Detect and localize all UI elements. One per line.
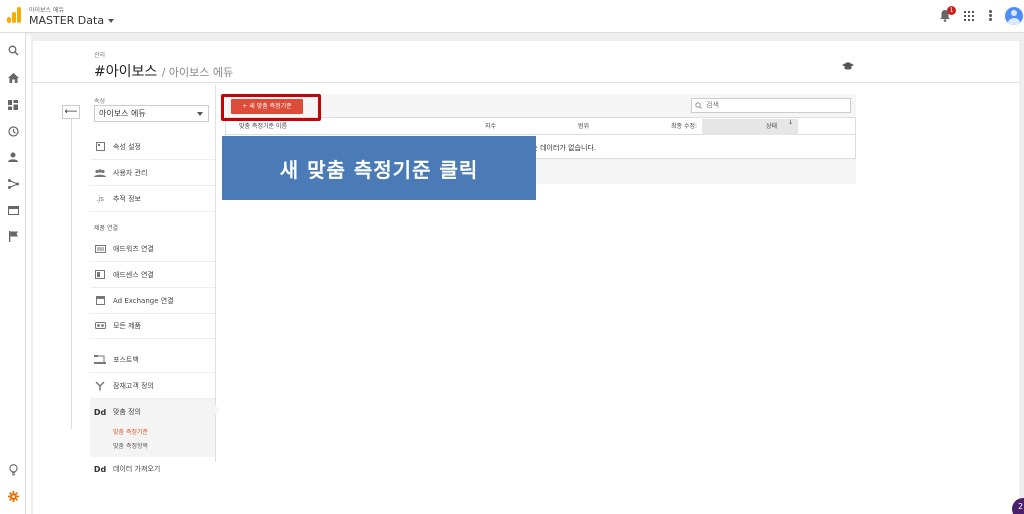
breadcrumb: 관리 [94,52,106,59]
custom-definitions-icon: Dd [93,407,107,417]
column-header-scope[interactable]: 범위 [578,119,589,135]
admin-gear-icon[interactable] [5,489,21,503]
dashboard-icon[interactable] [5,98,21,112]
nav-item-adwords-linking[interactable]: 애드워즈 연결 [90,236,215,262]
adsense-icon [94,270,106,280]
nav-item-label: Ad Exchange 연결 [113,296,174,305]
nav-item-label: 속성 설정 [113,142,141,151]
nav-item-label: 데이터 가져오기 [113,465,161,473]
back-arrow-icon: ⟵ [64,107,78,117]
flag-icon[interactable] [5,229,21,243]
avatar[interactable] [1005,7,1023,25]
search-input[interactable]: 검색 [691,98,851,113]
postback-icon [94,355,106,365]
data-import-icon: Dd [93,464,107,474]
account-name: 아이보스 에듀 [29,7,65,14]
page-title-main: #아이보스 [94,64,158,80]
clock-icon[interactable] [5,124,21,138]
search-icon [695,102,702,109]
nav-item-postbacks[interactable]: 포스트백 [90,347,215,373]
property-picker[interactable]: MASTER Data [29,14,115,27]
active-caret [215,405,220,415]
chevron-down-icon [197,112,203,116]
top-bar: 아이보스 에듀 MASTER Data 1 [0,0,1024,33]
page-title: #아이보스 / 아이보스 에듀 [94,61,233,81]
nav-item-data-import[interactable]: Dd 데이터 가져오기 [90,456,215,482]
settings-page-icon [94,142,106,152]
search-placeholder: 검색 [706,101,719,109]
analytics-logo-icon[interactable] [7,7,21,23]
nav-item-label: 모든 제품 [113,321,141,330]
nav-item-tracking-info[interactable]: .js 추적 정보 [90,186,215,212]
nav-item-property-settings[interactable]: 속성 설정 [90,134,215,160]
nav-timeline-line [71,119,72,429]
users-icon [94,168,106,178]
adwords-icon [94,244,106,254]
js-icon: .js [96,194,104,203]
audience-icon [94,380,106,391]
sub-item-custom-dimensions[interactable]: 맞춤 측정기준 [113,427,148,436]
header-divider [33,82,1019,83]
property-select[interactable]: 아이보스 에듀 [94,105,209,122]
all-products-icon [94,321,106,331]
nav-item-label: 잠재고객 정의 [113,381,154,390]
column-header-name[interactable]: 맞춤 측정기준 이름 [239,119,287,135]
ad-exchange-icon [94,296,106,306]
column-header-status[interactable]: 상태 [766,119,777,135]
apps-grid-icon[interactable] [964,11,974,21]
home-icon[interactable] [5,71,21,85]
back-button[interactable]: ⟵ [62,105,80,119]
sub-item-custom-metrics[interactable]: 맞춤 측정항목 [113,441,148,450]
property-label: 속성 [94,98,106,105]
notification-badge: 1 [947,6,956,15]
person-icon[interactable] [5,150,21,164]
product-linking-label: 제품 연결 [94,225,118,232]
search-icon[interactable] [5,43,21,57]
nav-item-label: 애드센스 연결 [113,270,154,279]
graduation-cap-icon[interactable] [842,62,854,70]
left-rail [0,33,26,514]
more-vert-icon[interactable] [989,10,992,22]
nav-item-all-products[interactable]: 모든 제품 [90,313,215,339]
nav-item-ad-exchange-linking[interactable]: Ad Exchange 연결 [90,288,215,314]
table-header: ↓ 맞춤 측정기준 이름 지수 범위 최종 수정: 상태 [225,119,856,135]
nav-item-adsense-linking[interactable]: 애드센스 연결 [90,262,215,288]
behavior-icon[interactable] [5,203,21,217]
page-title-sub: / 아이보스 에듀 [161,66,234,79]
nav-item-label: 애드워즈 연결 [113,244,154,253]
sort-down-icon: ↓ [787,119,793,126]
nav-item-custom-definitions[interactable]: Dd 맞춤 정의 [90,399,215,457]
nav-item-label: 맞춤 정의 [113,408,141,416]
sorted-column-bg: ↓ [702,119,798,135]
nav-item-audience-definitions[interactable]: 잠재고객 정의 [90,373,215,399]
highlight-annotation [221,94,321,121]
property-name: MASTER Data [29,14,105,27]
nav-item-label: 사용자 관리 [113,168,148,177]
chevron-down-icon [108,19,115,23]
nav-item-label: 포스트백 [113,355,139,364]
property-select-value: 아이보스 에듀 [99,109,146,118]
column-header-index[interactable]: 지수 [485,119,496,135]
acquisition-icon[interactable] [5,177,21,191]
nav-item-user-management[interactable]: 사용자 관리 [90,160,215,186]
instruction-banner: 새 맞춤 측정기준 클릭 [222,136,536,200]
lightbulb-icon[interactable] [5,463,21,477]
nav-item-label: 추적 정보 [113,194,141,203]
column-header-last-modified[interactable]: 최종 수정: [671,119,697,135]
